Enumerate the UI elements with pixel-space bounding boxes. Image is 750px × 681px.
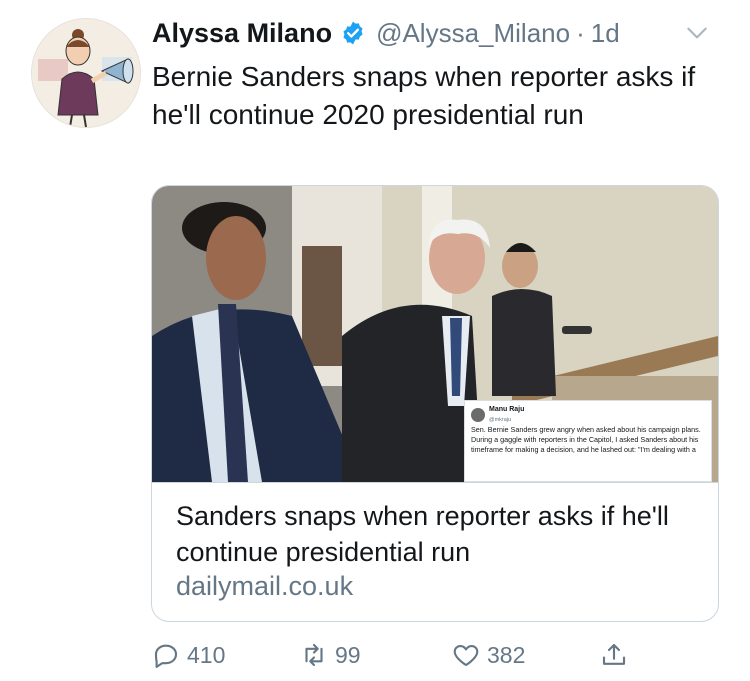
embedded-tweet-screenshot: Manu Raju @mkraju Sen. Bernie Sanders gr…: [464, 400, 712, 482]
chevron-down-icon[interactable]: [684, 20, 710, 46]
reply-button[interactable]: 410: [151, 640, 225, 670]
card-title[interactable]: Sanders snaps when reporter asks if he'l…: [176, 498, 696, 570]
tweet-timestamp[interactable]: 1d: [591, 18, 620, 49]
embedded-avatar: [471, 408, 485, 422]
reply-count: 410: [187, 641, 226, 668]
reply-icon: [154, 644, 178, 668]
card-divider: [152, 482, 718, 483]
like-count: 382: [487, 641, 526, 668]
like-icon: [453, 644, 479, 667]
embedded-author-name: Manu Raju: [489, 406, 525, 413]
tweet-header: Alyssa Milano @Alyssa_Milano · 1d: [152, 14, 710, 52]
share-button[interactable]: [599, 640, 635, 670]
retweet-icon: [305, 643, 323, 667]
link-card[interactable]: Manu Raju @mkraju Sen. Bernie Sanders gr…: [151, 185, 719, 622]
separator-dot: ·: [576, 17, 585, 48]
retweet-count: 99: [335, 641, 361, 668]
like-button[interactable]: 382: [451, 640, 525, 670]
tweet-actions: 410 99 382: [151, 640, 651, 672]
card-image: Manu Raju @mkraju Sen. Bernie Sanders gr…: [152, 186, 718, 482]
avatar-illustration: [32, 19, 140, 127]
embedded-author-handle: @mkraju: [489, 417, 512, 423]
card-domain[interactable]: dailymail.co.uk: [176, 571, 353, 602]
author-handle[interactable]: @Alyssa_Milano: [376, 18, 570, 49]
verified-badge-icon: [343, 21, 363, 45]
author-name[interactable]: Alyssa Milano: [152, 18, 332, 49]
embedded-tweet-header: Manu Raju @mkraju: [471, 405, 524, 425]
retweet-button[interactable]: 99: [299, 640, 361, 670]
share-icon: [602, 643, 626, 665]
tweet-text: Bernie Sanders snaps when reporter asks …: [152, 61, 696, 130]
author-avatar[interactable]: [31, 18, 141, 128]
embedded-tweet-text: Sen. Bernie Sanders grew angry when aske…: [471, 425, 701, 454]
